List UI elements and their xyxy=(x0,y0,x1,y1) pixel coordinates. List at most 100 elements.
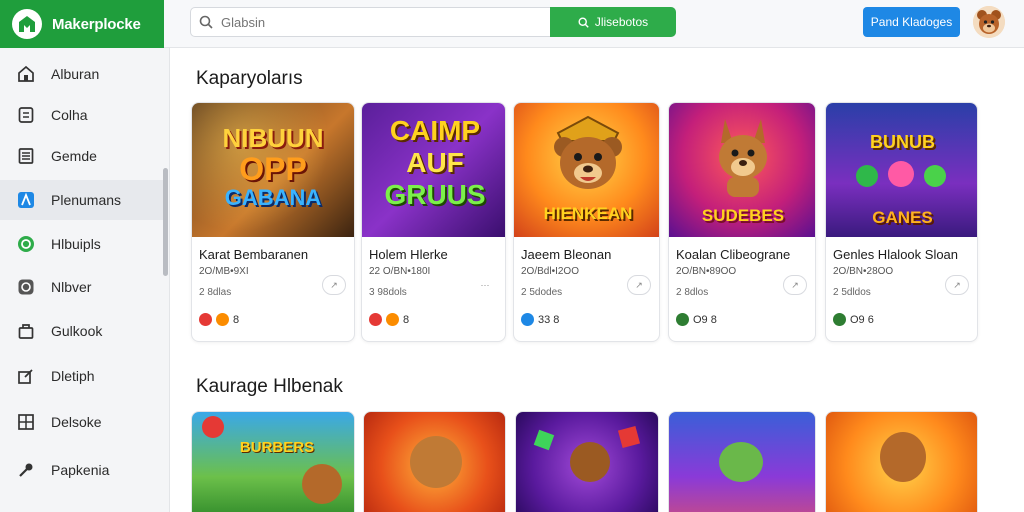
search-input[interactable] xyxy=(221,8,541,36)
bag-icon xyxy=(16,321,36,341)
header-primary-button[interactable]: Pand Kladoges xyxy=(863,7,960,37)
game-subtitle: 2O/Bdl•I2OO xyxy=(521,266,579,277)
game-thumbnail: NIBUUN OPP GABANA xyxy=(192,103,354,237)
share-button[interactable]: ↗ xyxy=(322,275,346,295)
game-meta: 2 8dlas xyxy=(199,287,232,298)
search-button[interactable]: Jlisebotos xyxy=(550,7,676,37)
game-card[interactable]: BURBERS xyxy=(191,411,355,512)
character-icon xyxy=(856,165,878,187)
sidebar-item-label: Hlbuipls xyxy=(51,236,101,252)
game-subtitle: 2O/BN•89OO xyxy=(676,266,737,277)
search-button-label: Jlisebotos xyxy=(594,15,649,29)
search-icon xyxy=(191,8,221,36)
game-stats: 8 xyxy=(199,313,239,326)
sidebar-item-label: Papkenia xyxy=(51,462,110,478)
kangaroo-character-icon xyxy=(719,119,767,197)
sidebar-item-label: Delsoke xyxy=(51,414,102,430)
sidebar-item-dletiph[interactable]: Dletiph xyxy=(0,356,163,396)
game-card[interactable]: SUDEBES Koalan Clibeograne 2O/BN•89OO 2 … xyxy=(668,102,816,342)
section-title: Kaurage Hlbenak xyxy=(196,376,343,397)
gem-icon xyxy=(533,429,555,451)
chat-icon xyxy=(16,277,36,297)
game-meta: 2 5dldos xyxy=(833,287,871,298)
brand[interactable]: Makerplocke xyxy=(0,0,164,48)
fruit-icon xyxy=(202,416,224,438)
game-card[interactable]: NIBUUN OPP GABANA Karat Bembaranen 2O/MB… xyxy=(191,102,355,342)
share-button[interactable]: ↗ xyxy=(945,275,969,295)
rating-icon xyxy=(676,313,689,326)
rating-icon xyxy=(216,313,229,326)
thumbnail-text: BUNUB xyxy=(870,132,935,152)
game-card[interactable] xyxy=(668,411,816,512)
sidebar-item-label: Nlbver xyxy=(51,279,92,295)
sidebar-item-colha[interactable]: Colha xyxy=(0,95,163,135)
search-bar: Jlisebotos xyxy=(190,7,676,37)
game-title: Koalan Clibeograne xyxy=(676,247,791,262)
sidebar-item-label: Plenumans xyxy=(51,192,122,208)
game-stats: 8 xyxy=(369,313,409,326)
rating-icon xyxy=(833,313,846,326)
game-subtitle: 2O/MB•9XI xyxy=(199,266,249,277)
document-icon xyxy=(16,105,36,125)
sidebar-item-papkenia[interactable]: Papkenia xyxy=(0,450,163,490)
sidebar-item-label: Gemde xyxy=(51,148,97,164)
sidebar-item-label: Dletiph xyxy=(51,368,95,384)
game-card[interactable]: CAIMP AUF GRUUS Holem Hlerke 22 O/BN•180… xyxy=(361,102,506,342)
thumbnail-text: GABANA xyxy=(224,185,322,210)
game-subtitle: 22 O/BN•180I xyxy=(369,266,431,277)
bear-character-icon xyxy=(410,436,462,488)
game-card[interactable] xyxy=(515,411,659,512)
game-stats: O9 8 xyxy=(676,313,717,326)
game-stats: 33 8 xyxy=(521,313,559,326)
home-icon xyxy=(16,64,36,84)
game-meta: 3 98dols xyxy=(369,287,407,298)
thumbnail-text: HIENKEAN xyxy=(543,204,633,223)
marketplace-logo-icon xyxy=(12,9,42,39)
circle-icon xyxy=(16,234,36,254)
stat-value: O9 8 xyxy=(693,313,717,326)
stat-value: 8 xyxy=(233,313,240,326)
sidebar-item-hlbuipls[interactable]: Hlbuipls xyxy=(0,224,163,264)
game-stats: O9 6 xyxy=(833,313,874,326)
game-thumbnail: SUDEBES xyxy=(669,103,815,237)
game-card[interactable] xyxy=(825,411,978,512)
character-icon xyxy=(719,442,763,482)
game-card[interactable]: BUNUB GANES Genles Hlalook Sloan 2O/BN•2… xyxy=(825,102,978,342)
sidebar-item-delsoke[interactable]: Delsoke xyxy=(0,402,163,442)
thumbnail-text: AUF xyxy=(406,147,464,178)
thumbnail-text: GRUUS xyxy=(384,179,486,210)
profile-icon xyxy=(16,190,36,210)
sidebar-item-label: Gulkook xyxy=(51,323,103,339)
share-button[interactable]: ↗ xyxy=(627,275,651,295)
list-icon xyxy=(16,146,36,166)
grid-icon xyxy=(16,412,36,432)
rating-icon xyxy=(521,313,534,326)
thumbnail-text: CAIMP xyxy=(389,115,481,146)
sidebar-scrollbar[interactable] xyxy=(163,168,168,276)
sidebar-item-plenumans[interactable]: Plenumans xyxy=(0,180,163,220)
sidebar: Alburan Colha Gemde Plenumans Hlbuipls N… xyxy=(0,48,170,512)
game-card[interactable]: HIENKEAN Jaeem Bleonan 2O/Bdl•I2OO 2 5do… xyxy=(513,102,660,342)
avatar[interactable] xyxy=(973,6,1005,38)
thumbnail-text: OPP xyxy=(239,151,307,187)
rating-icon xyxy=(386,313,399,326)
sidebar-item-gulkook[interactable]: Gulkook xyxy=(0,311,163,351)
tool-icon xyxy=(16,460,36,480)
bear-character-icon xyxy=(302,464,342,504)
sidebar-item-nlbver[interactable]: Nlbver xyxy=(0,267,163,307)
sidebar-item-alburan[interactable]: Alburan xyxy=(0,54,163,94)
game-card[interactable] xyxy=(363,411,506,512)
game-thumbnail: CAIMP AUF GRUUS xyxy=(362,103,505,237)
rating-icon xyxy=(199,313,212,326)
search-button-icon xyxy=(578,16,589,28)
stat-value: 8 xyxy=(403,313,410,326)
character-icon xyxy=(880,432,926,482)
share-button[interactable]: ↗ xyxy=(783,275,807,295)
game-thumbnail: BUNUB GANES xyxy=(826,103,977,237)
more-icon[interactable]: ··· xyxy=(473,275,497,295)
sidebar-item-gemde[interactable]: Gemde xyxy=(0,136,163,176)
thumbnail-text: NIBUUN xyxy=(222,123,324,153)
gem-icon xyxy=(617,425,641,449)
top-bar: Makerplocke Jlisebotos Pand Kladoges xyxy=(0,0,1024,48)
game-thumbnail: HIENKEAN xyxy=(514,103,659,237)
